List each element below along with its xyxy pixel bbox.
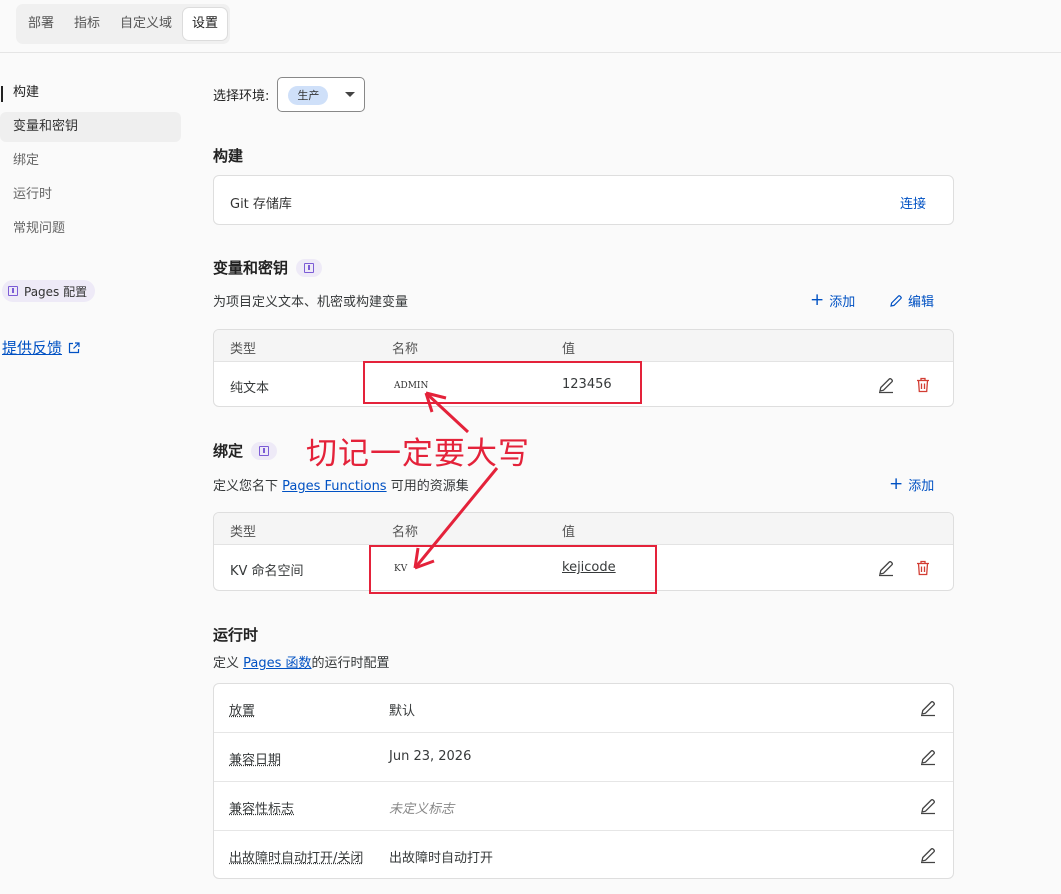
pages-functions-link[interactable]: Pages Functions: [282, 479, 386, 494]
runtime-key: 出故障时自动打开/关闭: [229, 851, 364, 866]
runtime-row-compat-date: 兼容日期 Jun 23, 2026: [214, 733, 953, 782]
environment-row: 选择环境: 生产: [213, 77, 366, 112]
header-type: 类型: [230, 525, 257, 540]
git-repo-label: Git 存储库: [230, 197, 292, 212]
runtime-row-fail-open: 出故障时自动打开/关闭 出故障时自动打开: [214, 831, 953, 880]
header-name: 名称: [392, 342, 419, 357]
sidebar-item-build[interactable]: 构建: [0, 78, 181, 108]
book-icon: [8, 286, 18, 296]
runtime-value: 出故障时自动打开: [389, 851, 494, 866]
header-type: 类型: [230, 342, 257, 357]
variable-type: 纯文本: [230, 381, 270, 396]
runtime-value: 默认: [389, 704, 416, 719]
runtime-value: 未定义标志: [389, 802, 455, 817]
tab-metrics[interactable]: 指标: [65, 8, 109, 40]
edit-variables-button[interactable]: 编辑: [889, 291, 934, 310]
trash-icon[interactable]: [914, 559, 932, 577]
edit-icon[interactable]: [877, 376, 895, 394]
tab-deployments[interactable]: 部署: [19, 8, 63, 40]
bindings-subtitle: 定义您名下 Pages Functions 可用的资源集: [213, 479, 469, 494]
connect-button[interactable]: 连接: [900, 193, 926, 212]
edit-icon[interactable]: [919, 699, 937, 717]
bindings-title: 绑定: [213, 440, 278, 461]
edit-icon[interactable]: [919, 748, 937, 766]
header-value: 值: [562, 525, 576, 540]
plus-icon: +: [810, 290, 825, 310]
sidebar: 构建 变量和密钥 绑定 运行时 常规问题: [0, 78, 185, 248]
runtime-key: 兼容性标志: [229, 802, 295, 817]
feedback-label: 提供反馈: [2, 339, 63, 357]
add-variable-button[interactable]: + 添加: [810, 290, 855, 311]
annotation-box-binding: [369, 545, 657, 594]
table-header: 类型 名称 值: [214, 513, 953, 545]
top-bar: 部署 指标 自定义域 设置: [0, 0, 1061, 53]
variables-title: 变量和密钥: [213, 257, 323, 278]
annotation-box-variable: [363, 361, 642, 404]
environment-label: 选择环境:: [213, 89, 270, 104]
environment-select[interactable]: 生产: [277, 77, 366, 112]
variables-subtitle: 为项目定义文本、机密或构建变量: [213, 295, 409, 310]
runtime-row-placement: 放置 默认: [214, 684, 953, 733]
runtime-subtitle: 定义 Pages 函数的运行时配置: [213, 656, 390, 671]
sidebar-item-bindings[interactable]: 绑定: [0, 146, 181, 176]
tab-settings[interactable]: 设置: [183, 8, 228, 40]
header-name: 名称: [392, 525, 419, 540]
table-header: 类型 名称 值: [214, 330, 953, 362]
environment-value: 生产: [288, 86, 329, 105]
sidebar-item-runtime[interactable]: 运行时: [0, 180, 181, 210]
docs-badge[interactable]: [296, 258, 323, 277]
pages-config-label: Pages 配置: [24, 284, 88, 299]
git-repo-card: Git 存储库 连接: [213, 175, 954, 225]
settings-tabs: 部署 指标 自定义域 设置: [16, 4, 231, 44]
edit-icon[interactable]: [919, 846, 937, 864]
runtime-card: 放置 默认 兼容日期 Jun 23, 2026 兼容性标志 未定义标志 出故障时…: [213, 683, 954, 879]
feedback-link[interactable]: 提供反馈: [2, 337, 80, 358]
pages-config-link[interactable]: Pages 配置: [2, 280, 96, 302]
chevron-down-icon: [345, 92, 356, 97]
tab-custom-domains[interactable]: 自定义域: [111, 8, 181, 40]
build-title: 构建: [213, 147, 244, 165]
header-value: 值: [562, 342, 576, 357]
runtime-title: 运行时: [213, 626, 259, 644]
pencil-icon: [890, 294, 902, 307]
pages-functions-link[interactable]: Pages 函数: [243, 656, 311, 671]
runtime-key: 放置: [229, 704, 256, 719]
add-binding-button[interactable]: + 添加: [889, 474, 934, 495]
trash-icon[interactable]: [914, 376, 932, 394]
book-icon: [304, 262, 315, 273]
edit-icon[interactable]: [877, 559, 895, 577]
runtime-key: 兼容日期: [229, 753, 282, 768]
sidebar-item-variables[interactable]: 变量和密钥: [0, 112, 181, 142]
plus-icon: +: [889, 474, 904, 494]
annotation-note: 切记一定要大写: [306, 436, 530, 472]
docs-badge[interactable]: [251, 441, 278, 460]
edit-icon[interactable]: [919, 797, 937, 815]
runtime-value: Jun 23, 2026: [389, 749, 472, 764]
sidebar-item-general[interactable]: 常规问题: [0, 214, 181, 244]
binding-type: KV 命名空间: [230, 564, 304, 579]
runtime-row-compat-flags: 兼容性标志 未定义标志: [214, 782, 953, 831]
book-icon: [259, 445, 270, 456]
external-link-icon: [68, 341, 80, 353]
